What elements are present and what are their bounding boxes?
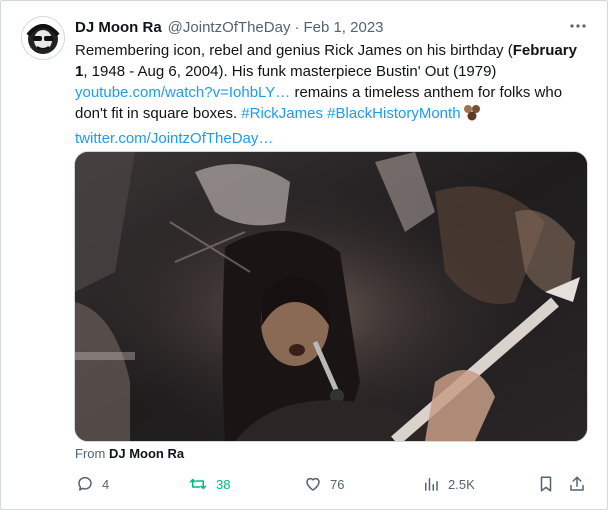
tweet-text: Remembering icon, rebel and genius Rick … — [75, 40, 590, 149]
bookmark-icon — [540, 476, 552, 492]
like-button[interactable]: 76 — [304, 472, 344, 496]
reply-icon — [78, 476, 92, 491]
views-button[interactable]: 2.5K — [422, 472, 475, 496]
hashtag-link[interactable]: #RickJames — [241, 105, 323, 122]
retweet-count: 38 — [216, 476, 231, 492]
author-name[interactable]: DJ Moon Ra — [75, 19, 162, 36]
tweet-text-part: Remembering icon, rebel and genius Rick … — [75, 42, 513, 59]
from-author[interactable]: DJ Moon Ra — [109, 446, 184, 461]
tweet-header: DJ Moon Ra @JointzOfTheDay · Feb 1, 2023 — [75, 16, 588, 38]
video-frame-image — [75, 152, 587, 441]
hashtag-link[interactable]: #BlackHistoryMonth — [327, 105, 460, 122]
video-attribution: From DJ Moon Ra — [75, 446, 184, 461]
views-icon — [425, 478, 438, 491]
video-thumbnail[interactable] — [74, 151, 588, 442]
twitter-link[interactable]: twitter.com/JointzOfTheDay… — [75, 130, 273, 147]
like-count: 76 — [330, 476, 345, 492]
from-label: From — [75, 446, 106, 461]
share-button[interactable] — [568, 472, 586, 496]
tweet-date[interactable]: Feb 1, 2023 — [303, 19, 383, 36]
reply-button[interactable]: 4 — [76, 472, 109, 496]
more-button[interactable] — [568, 18, 588, 34]
avatar[interactable] — [21, 16, 65, 60]
separator: · — [294, 18, 300, 36]
more-icon — [570, 24, 586, 28]
retweet-icon — [189, 478, 207, 490]
tweet-text-part: , 1948 - Aug 6, 2004). His funk masterpi… — [83, 63, 497, 80]
fist-emoji-icon — [463, 104, 483, 128]
action-bar: 4 38 76 2.5K — [72, 472, 592, 496]
reply-count: 4 — [102, 476, 110, 492]
youtube-link[interactable]: youtube.com/watch?v=IohbLY… — [75, 84, 290, 101]
author-handle[interactable]: @JointzOfTheDay — [168, 19, 291, 36]
bookmark-button[interactable] — [538, 472, 554, 496]
avatar-image — [22, 17, 64, 59]
share-icon — [570, 476, 584, 491]
retweet-button[interactable]: 38 — [188, 472, 230, 496]
views-count: 2.5K — [448, 476, 475, 492]
like-icon — [306, 477, 320, 491]
